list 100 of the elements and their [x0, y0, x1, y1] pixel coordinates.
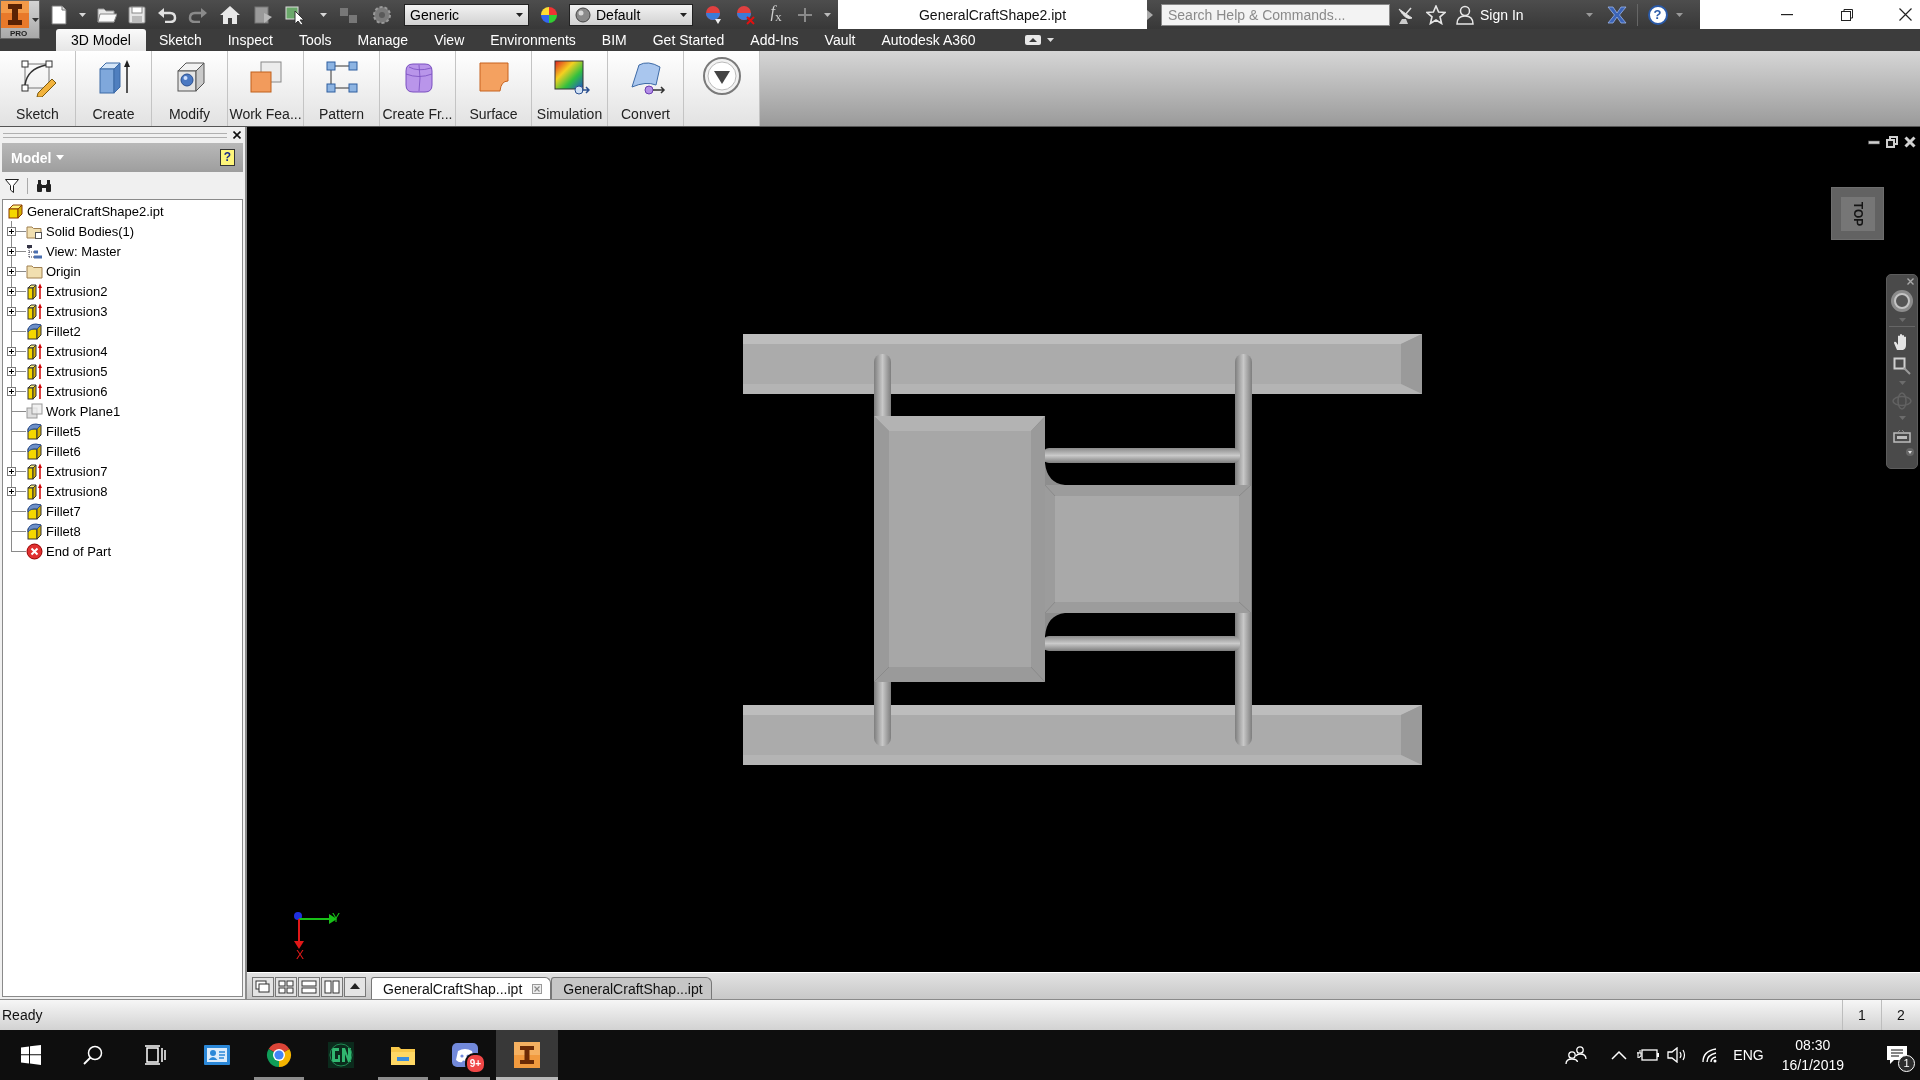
ribbon-button[interactable]: Create Fr...	[380, 51, 456, 126]
ribbon-button[interactable]: Pattern	[304, 51, 380, 126]
cross-logo-icon[interactable]	[1606, 5, 1627, 24]
taskbar-button[interactable]: 9+	[434, 1030, 496, 1080]
ribbon-button[interactable]: Surface	[456, 51, 532, 126]
ribbon-tab[interactable]: Vault	[811, 29, 869, 51]
tree-item[interactable]: Fillet2	[26, 322, 81, 340]
expand-icon[interactable]	[7, 287, 16, 296]
expand-icon[interactable]	[7, 387, 16, 396]
clock[interactable]: 08:30 16/1/2019	[1781, 1035, 1844, 1075]
expand-icon[interactable]	[7, 227, 16, 236]
ribbon-tab[interactable]: Get Started	[639, 29, 738, 51]
ribbon-tab[interactable]: Environments	[477, 29, 589, 51]
undo-icon[interactable]	[157, 6, 177, 23]
tree-item[interactable]: Extrusion2	[26, 282, 108, 300]
right-arrow-icon[interactable]	[1147, 9, 1153, 20]
sign-in-button[interactable]: Sign In	[1456, 4, 1524, 25]
view-cube[interactable]: TOP	[1831, 187, 1884, 240]
tree-item[interactable]: Extrusion6	[26, 382, 108, 400]
square-arrow-icon[interactable]	[252, 4, 274, 25]
tree-item[interactable]: Extrusion8	[26, 482, 108, 500]
tree-item[interactable]: Fillet6	[26, 442, 81, 460]
ribbon-tab[interactable]: Autodesk A360	[868, 29, 989, 51]
tree-item[interactable]: Fillet8	[26, 522, 81, 540]
home-icon[interactable]	[219, 4, 241, 25]
tree-item[interactable]: Fillet7	[26, 502, 81, 520]
ribbon-button[interactable]: Simulation	[532, 51, 608, 126]
expand-icon[interactable]	[7, 267, 16, 276]
gear-icon[interactable]	[371, 3, 393, 26]
frame-bar-icon[interactable]	[1893, 429, 1911, 443]
tree-item[interactable]: Fillet5	[26, 422, 81, 440]
expand-icon[interactable]	[7, 367, 16, 376]
close-icon[interactable]	[233, 131, 241, 139]
ribbon-button[interactable]: Create	[76, 51, 152, 126]
split-vertical-icon[interactable]	[321, 977, 343, 997]
tree-item[interactable]: GeneralCraftShape2.ipt	[7, 202, 164, 220]
open-folder-icon[interactable]	[97, 5, 117, 24]
tree-item[interactable]: Extrusion3	[26, 302, 108, 320]
binoculars-icon[interactable]	[36, 178, 52, 193]
expand-icon[interactable]	[7, 467, 16, 476]
caret-icon[interactable]	[824, 12, 831, 17]
style-dropdown[interactable]: Generic	[404, 3, 529, 26]
tree-item[interactable]: Solid Bodies(1)	[26, 222, 135, 240]
ribbon-tab[interactable]: Inspect	[214, 29, 286, 51]
tree-item[interactable]: Extrusion5	[26, 362, 108, 380]
expand-icon[interactable]	[7, 247, 16, 256]
redo-icon[interactable]	[188, 6, 208, 23]
ribbon-tab[interactable]: BIM	[588, 29, 640, 51]
parameters-button[interactable]: f$_{x}$	[766, 3, 786, 26]
ribbon-tab[interactable]: View	[421, 29, 478, 51]
ribbon-tab[interactable]: Tools	[285, 29, 345, 51]
appearance-dropdown[interactable]: Default	[569, 3, 693, 26]
people-icon[interactable]	[1565, 1045, 1588, 1065]
help-button[interactable]: ?	[220, 149, 235, 166]
chevron-up-icon[interactable]	[1611, 1050, 1628, 1060]
split-horizontal-icon[interactable]	[298, 977, 320, 997]
battery-icon[interactable]	[1637, 1048, 1660, 1062]
star-icon[interactable]	[1426, 4, 1446, 25]
document-tab[interactable]: GeneralCraftShap...ipt	[551, 977, 712, 999]
save-icon[interactable]	[128, 5, 146, 24]
help-button[interactable]: ?	[1647, 4, 1668, 25]
taskbar-button[interactable]	[496, 1030, 558, 1080]
expand-icon[interactable]	[7, 307, 16, 316]
ribbon-tab[interactable]: Manage	[344, 29, 422, 51]
ribbon-tab[interactable]: Sketch	[145, 29, 215, 51]
new-file-icon[interactable]	[50, 4, 68, 25]
caret-icon[interactable]	[1675, 12, 1683, 17]
ribbon-button[interactable]: Convert	[608, 51, 684, 126]
tree-item[interactable]: Extrusion7	[26, 462, 108, 480]
zoom-window-icon[interactable]	[1893, 357, 1911, 375]
ribbon-button[interactable]: Work Fea...	[228, 51, 304, 126]
filter-icon[interactable]	[5, 178, 19, 193]
ribbon-tab[interactable]: Add-Ins	[737, 29, 812, 51]
cascade-windows-icon[interactable]	[252, 977, 274, 997]
ribbon-button[interactable]: Modify	[152, 51, 228, 126]
color-wheel-icon[interactable]	[540, 5, 558, 24]
caret-icon[interactable]	[320, 12, 327, 17]
ribbon-button[interactable]: Sketch	[0, 51, 76, 126]
ribbon-tab[interactable]: 3D Model	[56, 29, 146, 51]
language-indicator[interactable]: ENG	[1733, 1047, 1764, 1063]
tile-windows-icon[interactable]	[275, 977, 297, 997]
tree-item[interactable]: End of Part	[26, 542, 112, 560]
tree-item[interactable]: View: Master	[26, 242, 121, 260]
document-tab[interactable]: GeneralCraftShap...ipt	[371, 977, 552, 999]
restore-icon[interactable]	[1886, 136, 1898, 148]
caret-icon[interactable]	[1585, 12, 1593, 17]
expand-icon[interactable]	[7, 487, 16, 496]
color-ball-x-icon[interactable]	[735, 4, 755, 25]
caret-icon[interactable]	[79, 12, 86, 17]
application-menu-button[interactable]: PRO	[0, 0, 40, 39]
more-panels-button[interactable]	[684, 51, 760, 126]
plus-icon[interactable]	[797, 6, 813, 23]
tree-item[interactable]: Extrusion4	[26, 342, 108, 360]
tree-item[interactable]: Origin	[26, 262, 81, 280]
tree-item[interactable]: Work Plane1	[26, 402, 121, 420]
expand-icon[interactable]	[7, 347, 16, 356]
minimize-icon[interactable]	[1868, 138, 1880, 146]
menu-caret-icon[interactable]	[1906, 448, 1914, 456]
search-field[interactable]: Search Help & Commands...	[1161, 3, 1390, 26]
ring-icon[interactable]	[1890, 289, 1914, 313]
